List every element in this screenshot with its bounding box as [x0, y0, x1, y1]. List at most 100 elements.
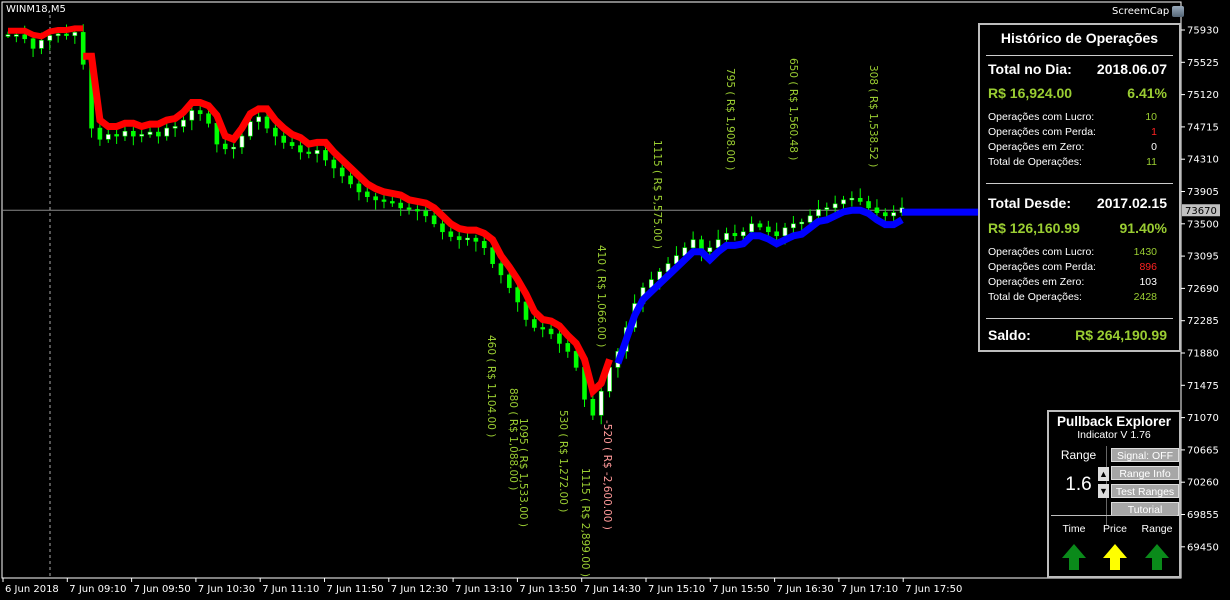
since-date: 2017.02.15 — [1096, 195, 1167, 211]
candle-body — [782, 227, 788, 237]
day-date: 2018.06.07 — [1096, 61, 1167, 77]
time-indicator-label: Time — [1062, 523, 1086, 535]
candle-body — [456, 236, 462, 241]
candle-body — [147, 131, 153, 135]
history-title: Histórico de Operações — [1000, 30, 1159, 46]
candle-body — [289, 142, 295, 146]
candle-body — [72, 32, 78, 36]
candle-body — [406, 207, 412, 210]
candle-body — [156, 131, 161, 137]
trade-result-label: 1115 ( R$ 2,899.00 ) — [579, 468, 591, 577]
candle-body — [314, 150, 320, 154]
divider — [986, 183, 1173, 184]
candle-body — [398, 202, 403, 209]
since-amount: R$ 126,160.99 — [988, 220, 1080, 236]
day-totals: R$ 16,924.00 6.41% — [988, 85, 1167, 101]
pullback-title: Pullback Explorer — [1056, 414, 1172, 429]
candle-body — [507, 274, 512, 288]
candle-body — [749, 223, 754, 233]
candle-body — [164, 127, 170, 137]
time-tick-label: 6 Jun 2018 — [5, 584, 59, 595]
candle-body — [323, 150, 328, 161]
time-up-arrow-icon — [1062, 544, 1086, 570]
stat-value: 1430 — [1133, 246, 1157, 258]
history-panel: Histórico de Operações Total no Dia: 201… — [978, 23, 1181, 352]
candle-body — [849, 197, 855, 201]
candle-body — [97, 127, 103, 140]
balance-row: Saldo: R$ 264,190.99 — [988, 327, 1167, 343]
price-tick-label: 73500 — [1187, 219, 1219, 230]
stat-row: Operações em Zero: 0 — [988, 141, 1167, 153]
price-up-arrow-icon — [1103, 544, 1127, 570]
stat-row: Operações com Perda: 896 — [988, 261, 1167, 273]
test-ranges-button[interactable]: Test Ranges — [1111, 484, 1179, 498]
divider — [1051, 515, 1177, 516]
time-tick-label: 7 Jun 13:50 — [519, 584, 576, 595]
candle-body — [891, 212, 896, 217]
candle-body — [557, 333, 562, 344]
candle-body — [690, 239, 696, 249]
candle-body — [197, 110, 203, 115]
candle-body — [239, 135, 245, 148]
price-tick-label: 73095 — [1187, 252, 1219, 263]
candle-body — [172, 126, 178, 129]
range-down-arrow-icon[interactable]: ▼ — [1098, 484, 1109, 498]
candle-body — [30, 38, 36, 49]
candle-body — [281, 135, 287, 143]
candle-body — [139, 134, 144, 137]
candle-body — [415, 209, 420, 212]
candle-body — [548, 328, 554, 335]
candle-body — [122, 130, 128, 137]
tutorial-button[interactable]: Tutorial — [1111, 502, 1179, 516]
range-up-arrow-icon[interactable]: ▲ — [1098, 467, 1109, 481]
chart-symbol-label: WINM18,M5 — [6, 4, 66, 15]
candle-body — [565, 343, 571, 352]
stat-label: Operações com Lucro: — [988, 246, 1095, 258]
price-tick-label: 72690 — [1187, 284, 1219, 295]
candle-body — [256, 116, 261, 123]
candle-body — [206, 113, 211, 124]
candle-body — [440, 223, 445, 233]
price-indicator-label: Price — [1103, 523, 1127, 535]
candle-body — [114, 134, 119, 137]
candle-body — [373, 196, 378, 201]
price-tick-label: 69855 — [1187, 510, 1219, 521]
time-tick-label: 7 Jun 17:10 — [841, 584, 898, 595]
price-tick-label: 72285 — [1187, 316, 1219, 327]
day-percent: 6.41% — [1127, 85, 1167, 101]
candle-body — [832, 203, 838, 209]
candle-body — [598, 390, 604, 416]
since-totals: R$ 126,160.99 91.40% — [988, 220, 1167, 236]
time-tick-label: 7 Jun 09:50 — [134, 584, 191, 595]
price-tick-label: 71475 — [1187, 381, 1219, 392]
range-info-button[interactable]: Range Info — [1111, 466, 1179, 480]
time-tick-label: 7 Jun 15:10 — [648, 584, 705, 595]
candle-body — [22, 34, 28, 40]
price-tick-label: 71880 — [1187, 349, 1219, 360]
candle-body — [14, 34, 19, 37]
stat-value: 10 — [1145, 111, 1157, 123]
signal-button[interactable]: Signal: OFF — [1111, 448, 1179, 462]
divider — [986, 55, 1173, 56]
candle-body — [766, 226, 771, 233]
range-up-arrow-indicator-icon — [1145, 544, 1169, 570]
candle-body — [481, 241, 487, 249]
stat-value: 896 — [1139, 261, 1157, 273]
screencap-button[interactable]: ScreemCap — [1112, 6, 1185, 17]
stat-row: Total de Operações: 2428 — [988, 291, 1167, 303]
candle-body — [498, 263, 504, 276]
candle-body — [131, 130, 136, 137]
candle-body — [64, 33, 69, 36]
candle-body — [189, 110, 195, 121]
candle-body — [364, 191, 370, 197]
time-tick-label: 7 Jun 14:30 — [584, 584, 641, 595]
since-percent: 91.40% — [1119, 220, 1167, 236]
candle-body — [306, 151, 312, 154]
candle-body — [273, 127, 278, 137]
price-tick-label: 75120 — [1187, 90, 1219, 101]
trade-result-label: 650 ( R$ 1,560.48 ) — [787, 58, 799, 160]
candle-body — [222, 143, 228, 150]
candle-body — [473, 237, 479, 242]
candle-body — [181, 119, 186, 127]
stat-label: Operações com Perda: — [988, 126, 1096, 138]
